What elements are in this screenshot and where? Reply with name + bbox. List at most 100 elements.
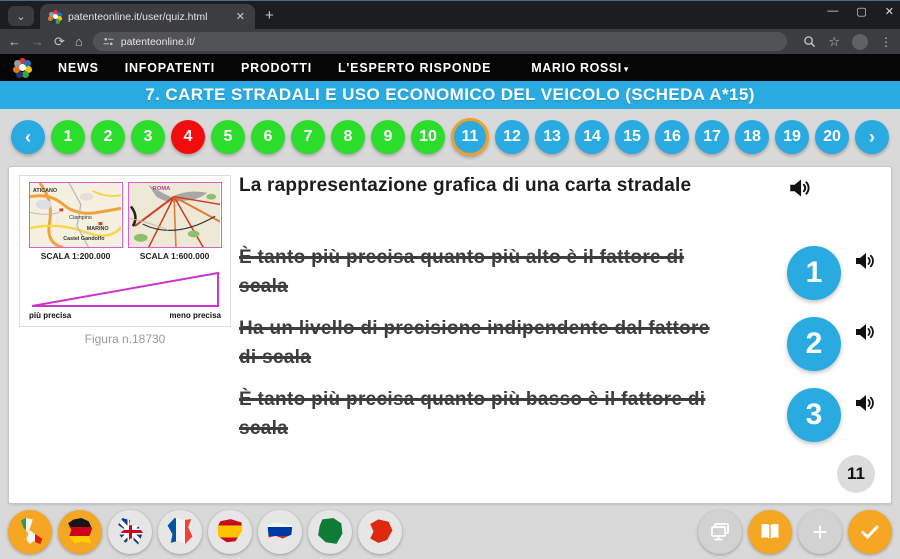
favicon-pinwheel-icon bbox=[48, 10, 62, 24]
map-scale-600000-image: ROMA bbox=[128, 182, 222, 248]
nav-item-news[interactable]: NEWS bbox=[58, 61, 99, 75]
question-10-button[interactable]: 10 bbox=[411, 120, 445, 154]
flag-italy-button[interactable] bbox=[8, 510, 52, 554]
answer-2-audio-icon[interactable] bbox=[853, 320, 877, 349]
triangle-right-label: meno precisa bbox=[169, 311, 221, 320]
back-button[interactable]: ← bbox=[8, 35, 21, 48]
flag-uk-button[interactable] bbox=[108, 510, 152, 554]
question-20-button[interactable]: 20 bbox=[815, 120, 849, 154]
confirm-button[interactable] bbox=[848, 510, 892, 554]
answer-2-button[interactable]: 2 bbox=[787, 317, 841, 371]
home-button[interactable]: ⌂ bbox=[75, 35, 83, 48]
question-6-button[interactable]: 6 bbox=[251, 120, 285, 154]
site-settings-icon[interactable] bbox=[103, 36, 114, 47]
map-scale-200000-image: ATICANO Ciampino MARINO Castel Gandolfo bbox=[29, 182, 123, 248]
tab-title: patenteonline.it/user/quiz.html bbox=[68, 11, 228, 23]
answer-1-text: È tanto più precisa quanto più alto è il… bbox=[239, 243, 717, 302]
browser-window: ⌄ patenteonline.it/user/quiz.html ✕ + — … bbox=[0, 0, 900, 559]
question-4-button[interactable]: 4 bbox=[171, 120, 205, 154]
question-17-button[interactable]: 17 bbox=[695, 120, 729, 154]
active-tab[interactable]: patenteonline.it/user/quiz.html ✕ bbox=[40, 4, 255, 29]
tab-search-button[interactable]: ⌄ bbox=[8, 6, 34, 26]
flag-spain-button[interactable] bbox=[208, 510, 252, 554]
question-19-button[interactable]: 19 bbox=[775, 120, 809, 154]
question-7-button[interactable]: 7 bbox=[291, 120, 325, 154]
nav-item-infopatenti[interactable]: INFOPATENTI bbox=[125, 61, 215, 75]
profile-avatar[interactable] bbox=[852, 34, 868, 50]
flag-russia-button[interactable] bbox=[258, 510, 302, 554]
action-buttons: + bbox=[698, 510, 892, 554]
russia-flag-icon bbox=[267, 518, 294, 545]
italy-flag-icon bbox=[17, 518, 44, 545]
browser-toolbar: ← → ⟳ ⌂ patenteonline.it/ ☆ ⋮ bbox=[0, 29, 900, 54]
question-2-button[interactable]: 2 bbox=[91, 120, 125, 154]
answer-3-audio-icon[interactable] bbox=[853, 391, 877, 420]
uk-flag-icon bbox=[117, 518, 144, 545]
question-18-button[interactable]: 18 bbox=[735, 120, 769, 154]
answer-row-3: È tanto più precisa quanto più basso è i… bbox=[239, 385, 883, 447]
triangle-left-label: più precisa bbox=[29, 311, 71, 320]
figure-card: ATICANO Ciampino MARINO Castel Gandolfo bbox=[19, 175, 231, 327]
forward-button[interactable]: → bbox=[31, 35, 44, 48]
next-question-button[interactable]: › bbox=[855, 120, 889, 154]
question-9-button[interactable]: 9 bbox=[371, 120, 405, 154]
url-bar[interactable]: patenteonline.it/ bbox=[93, 32, 788, 51]
nav-item-esperto-risponde[interactable]: L'ESPERTO RISPONDE bbox=[338, 61, 491, 75]
current-question-badge: 11 bbox=[837, 455, 875, 493]
prev-question-button[interactable]: ‹ bbox=[11, 120, 45, 154]
checkmark-icon bbox=[858, 520, 882, 544]
patenteonline-logo-icon[interactable] bbox=[12, 58, 32, 78]
window-close-button[interactable]: ✕ bbox=[885, 5, 894, 18]
question-13-button[interactable]: 13 bbox=[535, 120, 569, 154]
user-name: MARIO ROSSI bbox=[531, 61, 622, 75]
window-minimize-button[interactable]: — bbox=[827, 5, 838, 18]
new-tab-button[interactable]: + bbox=[265, 7, 274, 24]
question-14-button[interactable]: 14 bbox=[575, 120, 609, 154]
question-8-button[interactable]: 8 bbox=[331, 120, 365, 154]
spain-flag-icon bbox=[217, 518, 244, 545]
window-maximize-button[interactable]: ▢ bbox=[856, 5, 866, 18]
tab-close-icon[interactable]: ✕ bbox=[234, 10, 247, 23]
bookmark-star-icon[interactable]: ☆ bbox=[828, 35, 840, 48]
flag-germany-button[interactable] bbox=[58, 510, 102, 554]
reload-button[interactable]: ⟳ bbox=[54, 35, 65, 48]
question-12-button[interactable]: 12 bbox=[495, 120, 529, 154]
question-audio-icon[interactable] bbox=[787, 175, 813, 206]
answer-row-2: Ha un livello di precisione indipendente… bbox=[239, 314, 883, 376]
browser-menu-icon[interactable]: ⋮ bbox=[880, 35, 892, 49]
bottom-bar: + bbox=[0, 504, 900, 559]
answer-1-button[interactable]: 1 bbox=[787, 246, 841, 300]
precision-triangle-diagram bbox=[29, 269, 221, 309]
nav-item-prodotti[interactable]: PRODOTTI bbox=[241, 61, 312, 75]
answer-list: È tanto più precisa quanto più alto è il… bbox=[239, 243, 883, 447]
question-text: La rappresentazione grafica di una carta… bbox=[239, 175, 691, 197]
flag-china-button[interactable] bbox=[358, 510, 402, 554]
france-flag-icon bbox=[167, 518, 194, 545]
question-3-button[interactable]: 3 bbox=[131, 120, 165, 154]
answer-3-button[interactable]: 3 bbox=[787, 388, 841, 442]
svg-text:ATICANO: ATICANO bbox=[32, 188, 56, 194]
flag-france-button[interactable] bbox=[158, 510, 202, 554]
screen-mode-button[interactable] bbox=[698, 510, 742, 554]
answer-1-audio-icon[interactable] bbox=[853, 249, 877, 278]
flag-saudi-button[interactable] bbox=[308, 510, 352, 554]
plus-icon: + bbox=[812, 519, 827, 545]
question-5-button[interactable]: 5 bbox=[211, 120, 245, 154]
saudi-flag-icon bbox=[317, 518, 344, 545]
question-15-button[interactable]: 15 bbox=[615, 120, 649, 154]
china-flag-icon bbox=[367, 518, 394, 545]
theory-book-button[interactable] bbox=[748, 510, 792, 554]
question-figure: ATICANO Ciampino MARINO Castel Gandolfo bbox=[19, 175, 231, 346]
svg-text:ROMA: ROMA bbox=[152, 186, 171, 192]
question-area: La rappresentazione grafica di una carta… bbox=[239, 175, 883, 447]
add-button[interactable]: + bbox=[798, 510, 842, 554]
language-flags bbox=[8, 510, 402, 554]
svg-text:MARINO: MARINO bbox=[86, 226, 108, 232]
user-menu[interactable]: MARIO ROSSI▾ bbox=[531, 61, 629, 75]
zoom-icon[interactable] bbox=[803, 35, 816, 48]
germany-flag-icon bbox=[67, 518, 94, 545]
question-1-button[interactable]: 1 bbox=[51, 120, 85, 154]
question-11-button[interactable]: 11 bbox=[451, 118, 489, 156]
figure-caption: Figura n.18730 bbox=[19, 332, 231, 346]
question-16-button[interactable]: 16 bbox=[655, 120, 689, 154]
